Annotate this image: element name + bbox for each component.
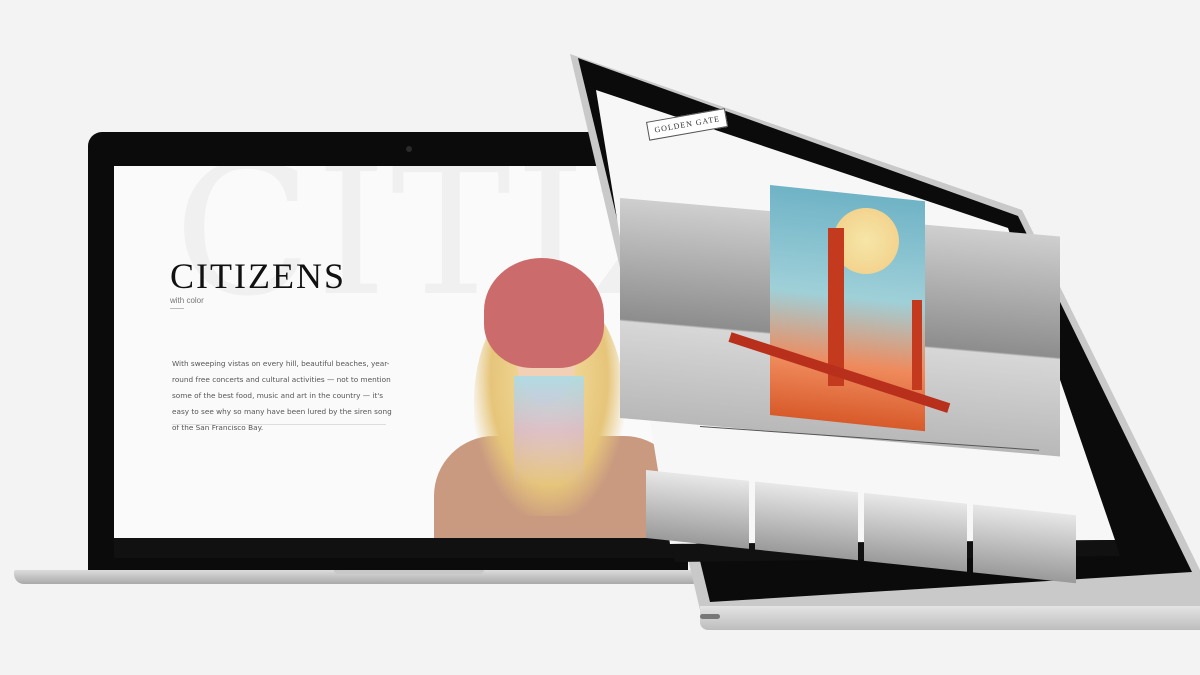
usb-port-icon [700,614,720,619]
right-laptop-screen: GOLDEN GATE [560,50,1200,650]
mockup-scene: CITIZ CITIZENS with color With sweeping … [0,0,1200,675]
bridge-tower-main [828,228,844,386]
logo-badge[interactable]: GOLDEN GATE [646,108,729,141]
page-subtitle: with color [170,296,204,305]
thumbnail-item[interactable] [646,470,749,549]
thumbnail-item[interactable] [864,492,967,572]
thumbnail-item[interactable] [973,504,1076,584]
camera-icon [406,146,412,152]
right-laptop-base [700,606,1200,630]
right-laptop: GOLDEN GATE [560,50,1200,650]
thumbnail-strip [646,470,1076,584]
base-notch [334,570,484,574]
page-title: CITIZENS [170,256,346,296]
thumbnail-item[interactable] [755,481,858,561]
paragraph-divider [172,424,386,425]
bridge-tower-secondary [912,300,922,390]
subtitle-divider [170,308,184,309]
